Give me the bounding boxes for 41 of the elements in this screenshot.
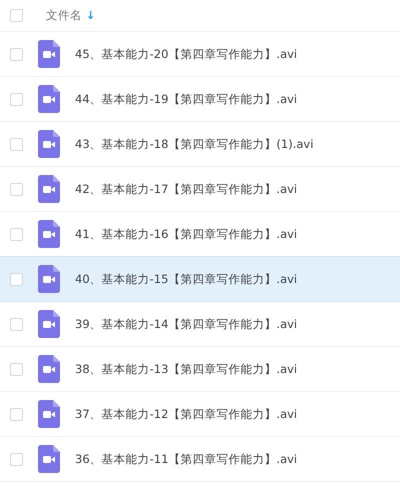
video-file-icon (38, 130, 60, 158)
file-row[interactable]: 45、基本能力-20【第四章写作能力】.avi (0, 32, 400, 77)
video-file-icon (38, 355, 60, 383)
row-checkbox[interactable] (10, 182, 23, 196)
file-name[interactable]: 45、基本能力-20【第四章写作能力】.avi (75, 46, 298, 62)
file-name[interactable]: 40、基本能力-15【第四章写作能力】.avi (75, 272, 298, 286)
file-name[interactable]: 44、基本能力-19【第四章写作能力】.avi (75, 92, 298, 106)
file-row[interactable]: 38、基本能力-13【第四章写作能力】.avi (0, 347, 400, 392)
file-row[interactable]: 40、基本能力-15【第四章写作能力】.avi (0, 256, 400, 302)
row-checkbox[interactable] (10, 408, 23, 420)
column-header[interactable]: 文件名 (46, 8, 82, 23)
video-file-icon (38, 445, 60, 473)
file-name[interactable]: 43、基本能力-18【第四章写作能力】(1).avi (75, 136, 314, 152)
video-file-icon (38, 175, 60, 203)
row-checkbox[interactable] (10, 138, 23, 150)
row-checkbox[interactable] (10, 452, 23, 466)
row-checkbox[interactable] (10, 228, 23, 240)
file-row[interactable]: 42、基本能力-17【第四章写作能力】.avi (0, 167, 400, 212)
file-row[interactable]: 37、基本能力-12【第四章写作能力】.avi (0, 392, 400, 437)
file-name[interactable]: 42、基本能力-17【第四章写作能力】.avi (75, 182, 298, 196)
video-file-icon (38, 400, 60, 428)
file-row[interactable]: 43、基本能力-18【第四章写作能力】(1).avi (0, 122, 400, 167)
select-all-checkbox[interactable] (10, 9, 23, 22)
video-file-icon (38, 220, 60, 248)
file-name[interactable]: 38、基本能力-13【第四章写作能力】.avi (75, 362, 298, 376)
row-checkbox[interactable] (10, 92, 23, 106)
video-file-icon (38, 310, 60, 338)
video-file-icon (38, 85, 60, 113)
file-name[interactable]: 39、基本能力-14【第四章写作能力】.avi (75, 316, 298, 332)
row-checkbox[interactable] (10, 48, 23, 60)
file-row[interactable]: 36、基本能力-11【第四章写作能力】.avi (0, 437, 400, 482)
video-file-icon (38, 40, 60, 68)
row-checkbox[interactable] (10, 318, 23, 330)
row-checkbox[interactable] (10, 272, 23, 286)
row-checkbox[interactable] (10, 362, 23, 376)
file-name[interactable]: 36、基本能力-11【第四章写作能力】.avi (75, 452, 298, 466)
file-row[interactable]: 44、基本能力-19【第四章写作能力】.avi (0, 77, 400, 122)
video-file-icon (38, 265, 60, 293)
file-name[interactable]: 37、基本能力-12【第四章写作能力】.avi (75, 406, 298, 422)
file-row[interactable]: 39、基本能力-14【第四章写作能力】.avi (0, 302, 400, 347)
file-name[interactable]: 41、基本能力-16【第四章写作能力】.avi (75, 226, 298, 242)
